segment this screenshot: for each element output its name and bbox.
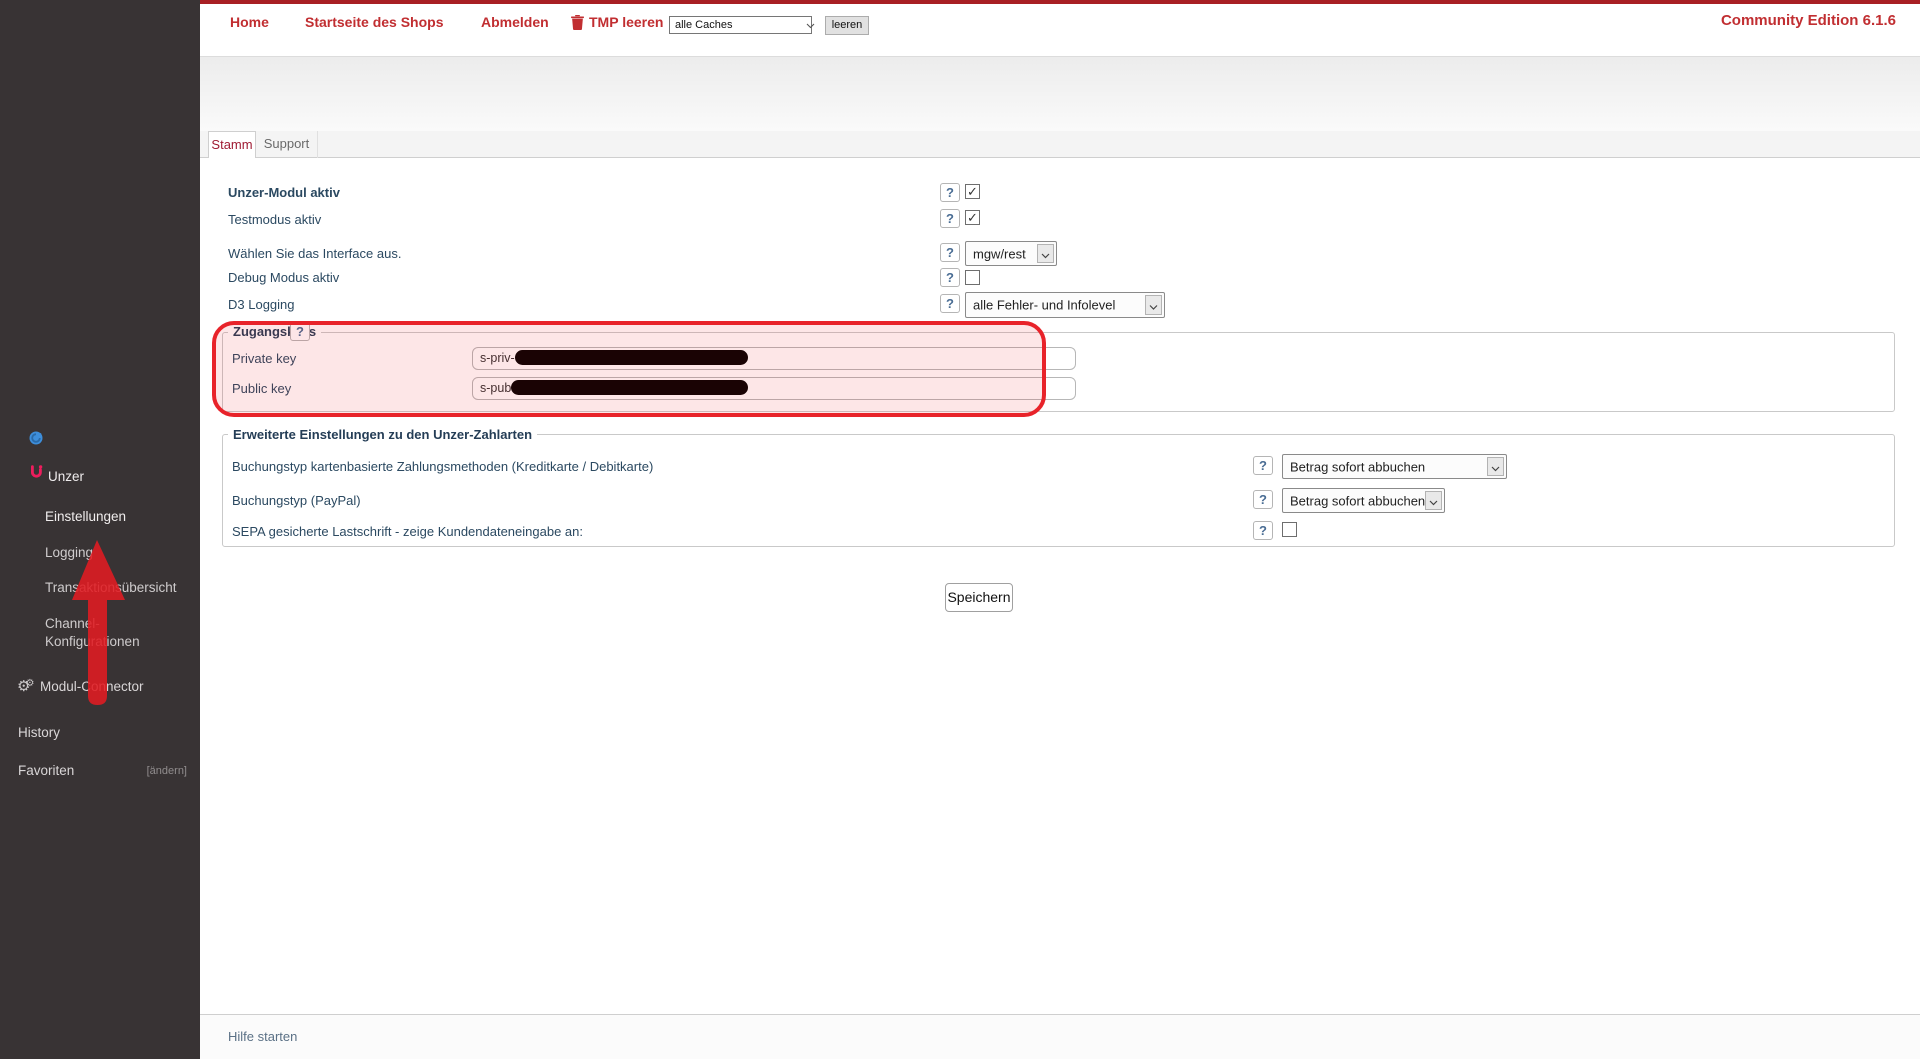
sidebar-item-unzer[interactable]: Unzer: [48, 469, 84, 484]
unzer-icon: [29, 464, 44, 484]
public-key-visible-prefix: s-pub: [480, 381, 511, 395]
topbar: [200, 4, 1920, 57]
interface-select-value: mgw/rest: [973, 246, 1026, 261]
sidebar-item-channel-konfigurationen-line1[interactable]: Channel-: [45, 616, 100, 631]
tab-bar: [200, 131, 1920, 158]
checkbox-sepa-lastschrift[interactable]: [1282, 522, 1297, 537]
field-label-buchungstyp-paypal: Buchungstyp (PayPal): [232, 493, 361, 508]
cache-select[interactable]: alle Caches: [669, 16, 812, 34]
sidebar-item-transaktionsuebersicht[interactable]: Transaktionsübersicht: [45, 580, 177, 595]
cache-select-value: alle Caches: [675, 19, 732, 31]
sidebar: [0, 0, 200, 1059]
redaction-bar: [515, 350, 748, 365]
gears-icon: ⚙⚙: [17, 677, 39, 695]
edition-label: Community Edition 6.1.6: [1721, 12, 1896, 29]
sidebar-item-einstellungen[interactable]: Einstellungen: [45, 509, 126, 524]
topbar-link-logout[interactable]: Abmelden: [481, 14, 549, 30]
buchungstyp-paypal-select[interactable]: Betrag sofort abbuchen: [1282, 488, 1445, 513]
chevron-down-icon: [1487, 457, 1504, 476]
help-start-link[interactable]: Hilfe starten: [228, 1029, 297, 1044]
field-label-debug-modus: Debug Modus aktiv: [228, 270, 339, 285]
sidebar-item-favoriten[interactable]: Favoriten: [18, 763, 74, 778]
zugangskeys-fieldset: [222, 332, 1895, 412]
sidebar-item-modul-connector[interactable]: Modul-Connector: [40, 679, 144, 694]
private-key-input[interactable]: s-priv-: [472, 347, 1076, 370]
checkmark-icon: ✓: [967, 184, 978, 199]
footer: [200, 1014, 1920, 1059]
sidebar-item-channel-konfigurationen-line2[interactable]: Konfigurationen: [45, 634, 140, 649]
help-button[interactable]: ?: [940, 209, 960, 228]
buchungstyp-karten-select-value: Betrag sofort abbuchen: [1290, 459, 1425, 474]
field-label-d3-logging: D3 Logging: [228, 297, 295, 312]
help-button[interactable]: ?: [1253, 490, 1273, 509]
field-label-unzer-modul-aktiv: Unzer-Modul aktiv: [228, 185, 340, 200]
checkbox-unzer-modul-aktiv[interactable]: ✓: [965, 184, 980, 199]
chevron-down-icon: [1037, 244, 1054, 263]
sidebar-item-history[interactable]: History: [18, 725, 60, 740]
checkbox-testmodus-aktiv[interactable]: ✓: [965, 210, 980, 225]
help-button[interactable]: ?: [940, 243, 960, 262]
content-top-gradient: [200, 57, 1920, 131]
checkmark-icon: ✓: [967, 210, 978, 225]
buchungstyp-karten-select[interactable]: Betrag sofort abbuchen: [1282, 454, 1507, 479]
help-button[interactable]: ?: [940, 183, 960, 202]
buchungstyp-paypal-select-value: Betrag sofort abbuchen: [1290, 493, 1425, 508]
cache-clear-button[interactable]: leeren: [825, 16, 869, 35]
save-button[interactable]: Speichern: [945, 583, 1013, 612]
help-button[interactable]: ?: [290, 322, 310, 341]
favoriten-aendern-link[interactable]: [ändern]: [145, 765, 187, 777]
field-label-testmodus-aktiv: Testmodus aktiv: [228, 212, 321, 227]
field-label-public-key: Public key: [232, 381, 291, 396]
oxid-admin-screen: Home Startseite des Shops Abmelden TMP l…: [0, 0, 1920, 1059]
interface-select[interactable]: mgw/rest: [965, 241, 1057, 266]
module-icon: [29, 431, 43, 450]
chevron-down-icon: [1145, 295, 1162, 315]
topbar-link-home[interactable]: Home: [230, 14, 269, 30]
help-button[interactable]: ?: [1253, 456, 1273, 475]
field-label-buchungstyp-karten: Buchungstyp kartenbasierte Zahlungsmetho…: [232, 459, 653, 474]
help-button[interactable]: ?: [940, 294, 960, 313]
tab-support[interactable]: Support: [256, 131, 318, 158]
tab-stamm[interactable]: Stamm: [208, 131, 256, 158]
public-key-input[interactable]: s-pub: [472, 377, 1076, 400]
sidebar-item-logging[interactable]: Logging: [45, 545, 93, 560]
help-button[interactable]: ?: [940, 268, 960, 287]
erweiterte-legend: Erweiterte Einstellungen zu den Unzer-Za…: [228, 427, 537, 442]
field-label-interface: Wählen Sie das Interface aus.: [228, 246, 401, 261]
topbar-link-shop-start[interactable]: Startseite des Shops: [305, 14, 444, 30]
field-label-sepa-lastschrift: SEPA gesicherte Lastschrift - zeige Kund…: [232, 524, 583, 539]
chevron-down-icon: [1425, 491, 1442, 510]
field-label-private-key: Private key: [232, 351, 296, 366]
private-key-visible-prefix: s-priv-: [480, 351, 515, 365]
d3-logging-select[interactable]: alle Fehler- und Infolevel: [965, 292, 1165, 318]
help-button[interactable]: ?: [1253, 521, 1273, 540]
trash-icon: [571, 15, 584, 35]
topbar-tmp-clear-label[interactable]: TMP leeren: [589, 14, 663, 30]
checkbox-debug-modus[interactable]: [965, 270, 980, 285]
d3-logging-select-value: alle Fehler- und Infolevel: [973, 298, 1115, 313]
redaction-bar: [511, 380, 748, 395]
